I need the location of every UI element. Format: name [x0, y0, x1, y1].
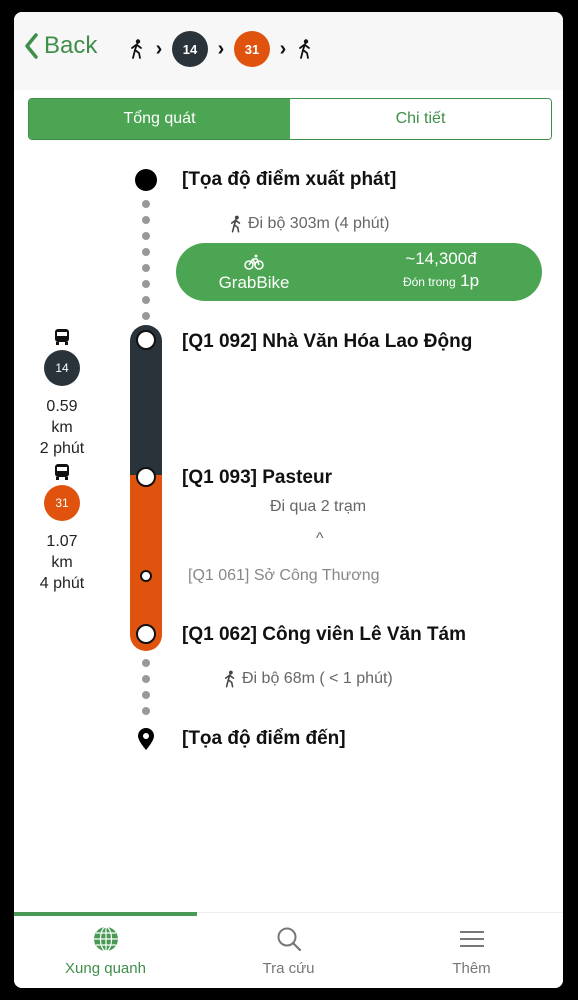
walk-path-dot	[142, 232, 150, 240]
walk-path-dot	[142, 659, 150, 667]
chevron-right-icon: ›	[279, 37, 287, 60]
stop-title[interactable]: [Q1 062] Công viên Lê Văn Tám	[182, 624, 466, 646]
walk-start-text: Đi bộ 303m (4 phút)	[248, 215, 390, 232]
globe-icon	[93, 926, 118, 952]
walk-path-dot	[142, 707, 150, 715]
intermediate-stop-title[interactable]: [Q1 061] Sở Công Thương	[188, 567, 380, 585]
bus-icon	[55, 464, 69, 480]
app-screen: Back › 14 › 31 › Tổng quát Chi tiết [Tọa…	[14, 12, 563, 988]
stop-marker	[136, 467, 156, 487]
intermediate-stop-marker	[140, 570, 152, 582]
route-badge-14: 14	[172, 31, 208, 67]
walk-path-dot	[142, 216, 150, 224]
chevron-left-icon	[25, 33, 38, 59]
leg-info-14: 14 0.59 km 2 phút	[34, 328, 90, 459]
leg-distance: 0.59 km	[46, 398, 78, 436]
walk-path-dot	[142, 248, 150, 256]
leg-info-31: 31 1.07 km 4 phút	[34, 463, 90, 594]
route-badge-31: 31	[44, 485, 80, 521]
tab-overview[interactable]: Tổng quát	[29, 99, 290, 139]
header-bar: Back › 14 › 31 ›	[14, 12, 563, 90]
back-label: Back	[44, 32, 98, 59]
grab-pickup-label: Đón trong	[402, 275, 456, 289]
origin-title: [Tọa độ điểm xuất phát]	[182, 169, 397, 190]
nav-more[interactable]: Thêm	[380, 924, 563, 977]
grabbike-button[interactable]: GrabBike ~14,300đ Đón trong 1p	[176, 243, 542, 301]
walk-path-dot	[142, 296, 150, 304]
leg-distance: 1.07 km	[46, 533, 78, 571]
destination-pin-icon	[138, 728, 154, 750]
route-badge-31: 31	[234, 31, 270, 67]
walk-path-dot	[142, 312, 150, 320]
nav-lookup[interactable]: Tra cứu	[197, 924, 380, 977]
route-badge-14: 14	[44, 350, 80, 386]
stop-title[interactable]: [Q1 093] Pasteur	[182, 467, 332, 489]
chevron-right-icon: ›	[155, 37, 163, 60]
tab-detail[interactable]: Chi tiết	[290, 99, 551, 139]
grab-service-label: GrabBike	[218, 273, 290, 292]
chevron-right-icon: ›	[217, 37, 225, 60]
origin-marker-icon	[135, 169, 157, 191]
back-button[interactable]: Back	[24, 32, 97, 60]
leg-duration: 2 phút	[39, 440, 85, 457]
leg-duration: 4 phút	[39, 575, 85, 592]
destination-title: [Tọa độ điểm đến]	[182, 728, 346, 749]
grab-pickup-time: 1p	[460, 271, 480, 290]
nav-lookup-label: Tra cứu	[262, 960, 315, 977]
pass-stops-label: Đi qua 2 trạm	[270, 498, 367, 515]
grab-price: ~14,300đ	[405, 249, 477, 268]
walk-path-dot	[142, 691, 150, 699]
walk-path-dot	[142, 280, 150, 288]
nav-nearby-label: Xung quanh	[65, 960, 146, 977]
bus-icon	[55, 329, 69, 345]
walk-icon	[230, 215, 241, 233]
stop-marker	[136, 624, 156, 644]
search-icon	[277, 927, 301, 952]
bicycle-icon	[244, 254, 264, 270]
walk-path-dot	[142, 675, 150, 683]
collapse-chevron-icon[interactable]: ^	[316, 530, 324, 548]
walk-end-text: Đi bộ 68m ( < 1 phút)	[242, 670, 393, 687]
walk-path-dot	[142, 264, 150, 272]
nav-more-label: Thêm	[452, 960, 491, 977]
stop-marker	[136, 330, 156, 350]
route-summary: › 14 › 31 ›	[128, 31, 314, 67]
grab-service: GrabBike	[214, 251, 294, 293]
view-tabs: Tổng quát Chi tiết	[28, 98, 552, 140]
walk-start-info: Đi bộ 303m (4 phút)	[230, 215, 389, 233]
active-tab-indicator	[14, 912, 197, 916]
walk-icon	[128, 38, 146, 60]
stop-title[interactable]: [Q1 092] Nhà Văn Hóa Lao Động	[182, 331, 472, 353]
walk-end-info: Đi bộ 68m ( < 1 phút)	[224, 670, 393, 688]
walk-path-dot	[142, 200, 150, 208]
grab-fare: ~14,300đ Đón trong 1p	[386, 249, 496, 291]
menu-icon	[459, 931, 484, 947]
nav-nearby[interactable]: Xung quanh	[14, 924, 197, 977]
walk-icon	[224, 670, 235, 688]
walk-icon	[296, 38, 314, 60]
